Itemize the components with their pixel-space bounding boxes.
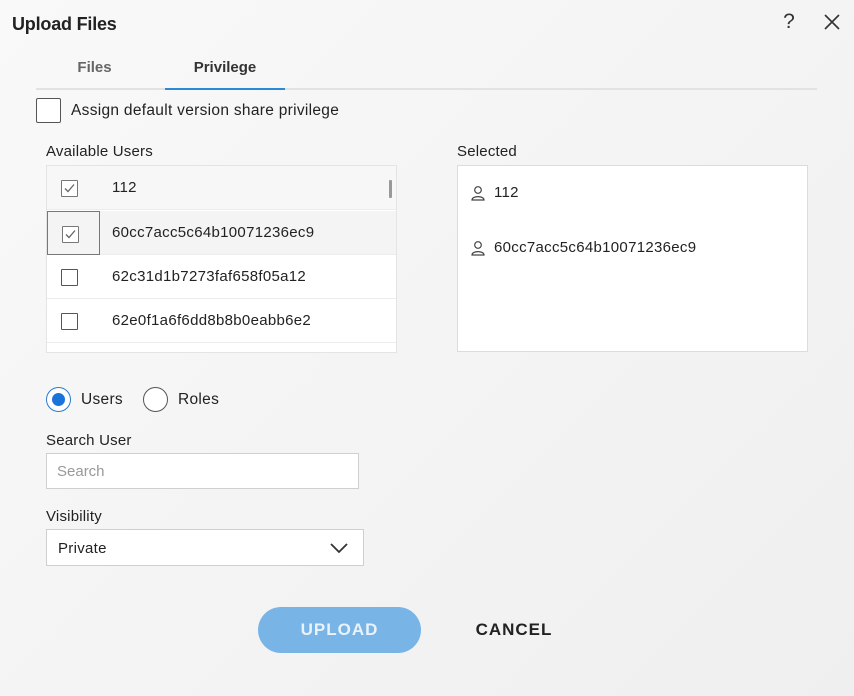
checked-checkbox[interactable] (61, 180, 78, 197)
scrollbar-thumb[interactable] (389, 180, 392, 198)
checkbox-cell[interactable] (47, 255, 100, 299)
search-user-label: Search User (46, 432, 132, 449)
user-name: 62e0f1a6f6dd8b8b0eabb6e2 (112, 312, 312, 329)
selected-users-box: 112 60cc7acc5c64b10071236ec9 (457, 165, 808, 352)
roles-radio-label[interactable]: Roles (178, 391, 219, 409)
unchecked-checkbox[interactable] (61, 269, 78, 286)
visibility-dropdown[interactable]: Private (46, 529, 364, 566)
user-icon (471, 241, 485, 256)
tab-bar: Files Privilege (36, 50, 817, 90)
checkbox-cell[interactable] (47, 166, 100, 210)
roles-radio[interactable] (143, 387, 168, 412)
selected-label: Selected (457, 143, 517, 160)
dialog-title: Upload Files (12, 14, 117, 34)
checkbox-cell[interactable] (47, 299, 100, 343)
visibility-value: Private (58, 540, 107, 557)
default-privilege-label: Assign default version share privilege (71, 102, 340, 119)
users-radio-label[interactable]: Users (81, 391, 123, 409)
close-icon[interactable] (822, 12, 842, 32)
selected-user-name: 60cc7acc5c64b10071236ec9 (494, 239, 697, 256)
check-icon (65, 230, 76, 239)
upload-files-dialog: Upload Files ? Files Privilege Assign de… (0, 0, 854, 696)
user-name: 60cc7acc5c64b10071236ec9 (112, 224, 315, 241)
tab-privilege[interactable]: Privilege (165, 50, 285, 90)
users-radio[interactable] (46, 387, 71, 412)
user-name: 112 (112, 179, 137, 196)
visibility-label: Visibility (46, 508, 102, 525)
default-privilege-checkbox[interactable] (36, 98, 61, 123)
checkbox-cell[interactable] (47, 211, 100, 255)
list-item[interactable]: 62c31d1b7273faf658f05a12 (47, 255, 396, 299)
list-item[interactable]: 112 (47, 166, 396, 210)
list-item[interactable]: 60cc7acc5c64b10071236ec9 (47, 211, 396, 255)
list-item-partial[interactable] (47, 343, 396, 352)
search-input[interactable] (46, 453, 359, 489)
question-icon[interactable]: ? (778, 10, 800, 34)
checked-checkbox[interactable] (62, 226, 79, 243)
chevron-down-icon (330, 543, 348, 554)
user-icon (471, 186, 485, 201)
available-users-list: 112 60cc7acc5c64b10071236ec9 62c31d1b727… (46, 165, 397, 353)
selected-user-name: 112 (494, 184, 519, 201)
check-icon (64, 184, 75, 193)
cancel-button[interactable]: CANCEL (462, 607, 566, 653)
tab-files[interactable]: Files (36, 50, 153, 88)
upload-button[interactable]: UPLOAD (258, 607, 421, 653)
user-name: 62c31d1b7273faf658f05a12 (112, 268, 307, 285)
list-item[interactable]: 62e0f1a6f6dd8b8b0eabb6e2 (47, 299, 396, 343)
unchecked-checkbox[interactable] (61, 313, 78, 330)
available-users-label: Available Users (46, 143, 153, 160)
